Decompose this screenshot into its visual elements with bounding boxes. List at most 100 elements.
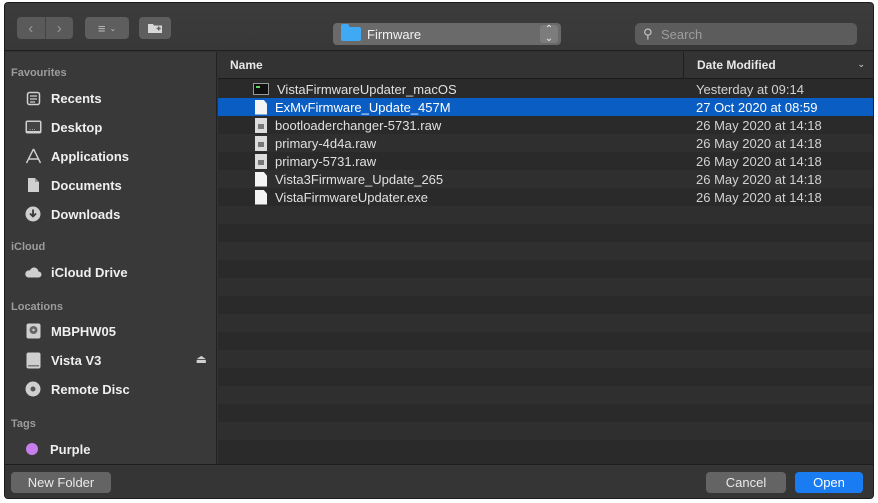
empty-row — [218, 440, 873, 458]
empty-row — [218, 350, 873, 368]
current-folder-label: Firmware — [367, 26, 422, 42]
sidebar-item-label: Recents — [51, 90, 102, 106]
empty-row — [218, 260, 873, 278]
file-date: 26 May 2020 at 14:18 — [696, 171, 822, 187]
document-icon — [255, 171, 267, 187]
file-date: 26 May 2020 at 14:18 — [696, 153, 822, 169]
path-popup[interactable]: Firmware ⌃ ⌄ — [333, 23, 561, 45]
empty-row — [218, 404, 873, 422]
file-row[interactable]: primary-5731.raw 26 May 2020 at 14:18 — [218, 152, 873, 170]
applications-icon — [24, 147, 42, 165]
search-icon: ⚲ — [643, 26, 653, 41]
navigation-buttons: ‹ › — [17, 17, 73, 39]
file-row[interactable]: bootloaderchanger-5731.raw 26 May 2020 at… — [218, 116, 873, 134]
empty-row — [218, 422, 873, 440]
file-date: 26 May 2020 at 14:18 — [696, 189, 822, 205]
document-icon — [255, 189, 267, 205]
file-name: primary-4d4a.raw — [275, 135, 377, 151]
sidebar-item-label: Vista V3 — [51, 352, 102, 368]
file-name: Vista3Firmware_Update_265 — [275, 171, 444, 187]
sidebar-item-label: Applications — [51, 148, 130, 164]
empty-row — [218, 332, 873, 350]
column-header-name[interactable]: Name — [230, 58, 263, 72]
sidebar-item-icloud-drive[interactable]: iCloud Drive — [5, 259, 217, 285]
back-icon: ‹ — [28, 19, 34, 37]
desktop-icon: ... — [24, 118, 42, 136]
forward-button[interactable]: › — [44, 17, 74, 39]
sidebar-item-label: Remote Disc — [51, 381, 130, 397]
raw-file-icon — [255, 135, 267, 151]
empty-row — [218, 206, 873, 224]
clock-icon — [24, 89, 42, 107]
empty-row — [218, 314, 873, 332]
sidebar-item-applications[interactable]: Applications — [5, 143, 217, 169]
empty-row — [218, 278, 873, 296]
empty-row — [218, 296, 873, 314]
sidebar-item-documents[interactable]: Documents — [5, 172, 217, 198]
section-title-icloud: iCloud — [11, 241, 46, 253]
toolbar: ‹ › ≡ ⌄ Firmware ⌃ ⌄ ⚲ — [5, 3, 873, 51]
search-input[interactable] — [661, 26, 851, 42]
sidebar-item-recents[interactable]: Recents — [5, 85, 217, 111]
search-field[interactable]: ⚲ — [635, 23, 857, 45]
button-label: Cancel — [725, 475, 767, 490]
file-date: Yesterday at 09:14 — [696, 81, 804, 97]
folder-icon — [341, 24, 361, 41]
chevron-down-icon: ⌄ — [857, 59, 865, 69]
sidebar-item-label: Desktop — [51, 119, 103, 135]
disc-icon — [24, 380, 42, 398]
downloads-icon — [24, 205, 42, 223]
file-date: 26 May 2020 at 14:18 — [696, 135, 822, 151]
file-date: 26 May 2020 at 14:18 — [696, 117, 822, 133]
empty-row — [218, 368, 873, 386]
documents-icon — [24, 176, 42, 194]
new-folder-toolbar-button[interactable] — [139, 17, 171, 39]
file-name: bootloaderchanger-5731.raw — [275, 117, 442, 133]
button-label: Open — [813, 475, 845, 490]
sidebar-item-label: iCloud Drive — [51, 264, 128, 280]
file-row[interactable]: VistaFirmwareUpdater_macOS Yesterday at 0… — [218, 80, 873, 98]
sidebar: Favourites Recents ... Desktop Applicati… — [5, 52, 217, 464]
section-title-locations: Locations — [11, 301, 63, 313]
bottom-bar: New Folder Cancel Open — [5, 464, 873, 498]
empty-row — [218, 386, 873, 404]
updown-arrows-icon: ⌃ ⌄ — [540, 25, 558, 44]
forward-icon: › — [56, 19, 62, 37]
eject-icon[interactable]: ⏏ — [196, 352, 207, 366]
cancel-button[interactable]: Cancel — [706, 472, 786, 493]
open-button[interactable]: Open — [795, 472, 863, 493]
new-folder-button[interactable]: New Folder — [11, 472, 111, 493]
empty-row — [218, 224, 873, 242]
sidebar-item-vista-v3[interactable]: Vista V3 ⏏ — [5, 347, 217, 373]
sidebar-item-remote-disc[interactable]: Remote Disc — [5, 376, 217, 402]
sidebar-item-label: MBPHW05 — [51, 323, 117, 339]
raw-file-icon — [255, 117, 267, 133]
sidebar-item-label: Documents — [51, 177, 122, 193]
column-header-label: Date Modified — [697, 58, 776, 72]
file-list: Name Date Modified ⌄ VistaFirmwareUpdate… — [218, 52, 873, 464]
sidebar-item-downloads[interactable]: Downloads — [5, 201, 217, 227]
view-options-button[interactable]: ≡ ⌄ — [85, 17, 129, 39]
sidebar-item-label: Downloads — [51, 206, 121, 222]
purple-tag-icon — [26, 443, 38, 455]
external-drive-icon — [24, 351, 42, 369]
list-view-icon: ≡ — [97, 20, 106, 36]
file-name: ExMvFirmware_Update_457M — [275, 99, 451, 115]
terminal-icon — [253, 83, 269, 95]
sidebar-item-mbphw05[interactable]: MBPHW05 — [5, 318, 217, 344]
sidebar-item-tag-purple[interactable]: Purple — [5, 436, 217, 462]
cloud-icon — [24, 263, 42, 281]
button-label: New Folder — [27, 475, 95, 490]
file-name: primary-5731.raw — [275, 153, 377, 169]
new-folder-icon — [148, 24, 162, 33]
file-row[interactable]: Vista3Firmware_Update_265 26 May 2020 at … — [218, 170, 873, 188]
back-button[interactable]: ‹ — [17, 17, 45, 39]
file-row[interactable]: ExMvFirmware_Update_457M 27 Oct 2020 at 0… — [218, 98, 873, 116]
file-row[interactable]: VistaFirmwareUpdater.exe 26 May 2020 at 1… — [218, 188, 873, 206]
section-title-tags: Tags — [11, 418, 36, 430]
svg-text:...: ... — [29, 124, 36, 132]
sidebar-item-desktop[interactable]: ... Desktop — [5, 114, 217, 140]
file-row[interactable]: primary-4d4a.raw 26 May 2020 at 14:18 — [218, 134, 873, 152]
column-header-date-modified[interactable]: Date Modified — [683, 52, 873, 79]
empty-row — [218, 242, 873, 260]
